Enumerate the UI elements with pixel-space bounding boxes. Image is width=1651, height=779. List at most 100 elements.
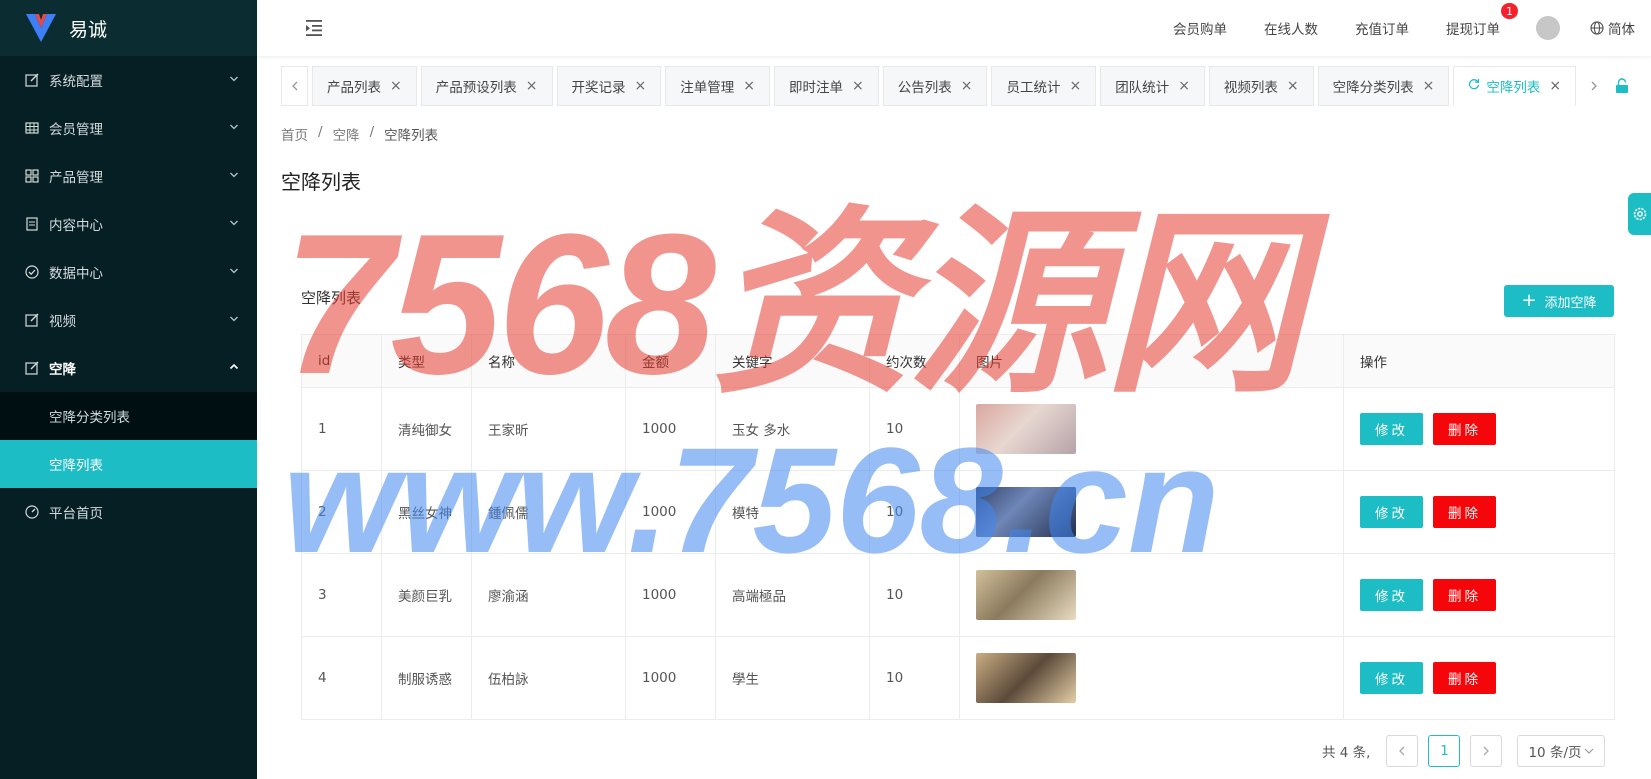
column-header-type[interactable]: 类型 — [381, 334, 472, 388]
cell-keywords: 學生 — [715, 636, 870, 720]
column-header-id[interactable]: id — [301, 334, 382, 388]
thumbnail-image[interactable] — [976, 404, 1076, 454]
chevron-right-icon — [1484, 746, 1490, 756]
edit-button[interactable]: 修改 — [1360, 662, 1423, 694]
pagination: 共 4 条, 1 10 条/页 — [1322, 735, 1606, 767]
sidebar: 易诚 系统配置 会员管理 产品管理内容中心数据中心视频空降 空降分类列表 空降列表 平台首… — [0, 0, 257, 779]
cell-actions: 修改 删除 — [1343, 553, 1615, 637]
tab-bar: 产品列表 × 产品预设列表 × 开奖记录 × 注单管理 × 即时注单 × 公告列表 × 员工统计 × 团队统… — [281, 66, 1636, 106]
tab-3[interactable]: 注单管理 × — [665, 66, 770, 106]
close-icon[interactable]: × — [1549, 78, 1561, 94]
column-header-amount[interactable]: 金额 — [625, 334, 716, 388]
thumbnail-image[interactable] — [976, 653, 1076, 703]
cell-image — [959, 387, 1344, 471]
tab-4[interactable]: 即时注单 × — [773, 66, 879, 106]
sidebar-item-3[interactable]: 内容中心 — [0, 200, 257, 248]
edit-button[interactable]: 修改 — [1360, 413, 1423, 445]
chevron-down-icon — [229, 121, 239, 136]
cell-amount: 1000 — [625, 470, 716, 554]
chevron-left-icon — [291, 81, 297, 91]
submenu-item-0[interactable]: 空降分类列表 — [0, 392, 257, 440]
dashboard-icon — [25, 505, 39, 519]
sidebar-item-4[interactable]: 数据中心 — [0, 248, 257, 296]
close-icon[interactable]: × — [743, 78, 755, 94]
close-icon[interactable]: × — [1178, 78, 1190, 94]
page-size-value: 10 条/页 — [1528, 745, 1582, 761]
delete-button[interactable]: 删除 — [1433, 662, 1496, 694]
close-icon[interactable]: × — [390, 78, 402, 94]
refresh-icon[interactable] — [1468, 78, 1480, 94]
add-airdrop-button[interactable]: + 添加空降 — [1504, 285, 1614, 317]
delete-button[interactable]: 删除 — [1433, 579, 1496, 611]
top-link-withdraw-label: 提现订单 — [1446, 22, 1500, 38]
tab-2[interactable]: 开奖记录 × — [556, 66, 662, 106]
thumbnail-image[interactable] — [976, 570, 1076, 620]
language-switch[interactable]: 简体 — [1590, 18, 1635, 38]
avatar[interactable] — [1536, 16, 1560, 40]
top-link-withdraw-orders[interactable]: 提现订单 1 — [1446, 2, 1519, 38]
page-number-button[interactable]: 1 — [1428, 735, 1461, 767]
submenu-item-1[interactable]: 空降列表 — [0, 440, 257, 488]
top-link-recharge-orders[interactable]: 充值订单 — [1355, 18, 1409, 38]
tab-0[interactable]: 产品列表 × — [312, 66, 417, 106]
breadcrumb-airdrop[interactable]: 空降 — [333, 124, 360, 144]
tab-7[interactable]: 团队统计 × — [1100, 66, 1205, 106]
tab-5[interactable]: 公告列表 × — [882, 66, 988, 106]
close-icon[interactable]: × — [635, 78, 647, 94]
tab-8[interactable]: 视频列表 × — [1208, 66, 1314, 106]
thumbnail-image[interactable] — [976, 487, 1076, 537]
plus-icon: + — [1521, 290, 1537, 311]
tab-label: 产品预设列表 — [435, 80, 517, 96]
close-icon[interactable]: × — [961, 78, 973, 94]
close-icon[interactable]: × — [1069, 78, 1081, 94]
sidebar-item-2[interactable]: 产品管理 — [0, 152, 257, 200]
chevron-down-icon — [1585, 748, 1594, 754]
tab-6[interactable]: 员工统计 × — [991, 66, 1097, 106]
sidebar-item-label: 视频 — [49, 314, 76, 330]
page-size-select[interactable]: 10 条/页 — [1517, 735, 1606, 767]
edit-button[interactable]: 修改 — [1360, 496, 1423, 528]
chevron-left-icon — [1399, 746, 1405, 756]
sidebar-item-1[interactable]: 会员管理 — [0, 104, 257, 152]
column-header-image[interactable]: 图片 — [959, 334, 1344, 388]
sidebar-item-5[interactable]: 视频 — [0, 296, 257, 344]
check-circle-icon — [25, 265, 39, 279]
top-link-member-orders[interactable]: 会员购单 — [1173, 18, 1227, 38]
top-link-online-users[interactable]: 在线人数 — [1264, 18, 1318, 38]
tab-scroll-right-button[interactable] — [1580, 66, 1608, 106]
settings-drawer-button[interactable] — [1628, 193, 1651, 235]
tab-10[interactable]: 空降列表 × — [1453, 66, 1577, 106]
edit-button[interactable]: 修改 — [1360, 579, 1423, 611]
cell-name: 廖渝涵 — [471, 553, 626, 637]
table-row: 2 黑丝女神 鍾佩儒 1000 模特 10 修改 删除 — [301, 470, 1615, 554]
sidebar-item-7[interactable]: 平台首页 — [0, 488, 257, 536]
tab-1[interactable]: 产品预设列表 × — [420, 66, 553, 106]
close-icon[interactable]: × — [1423, 78, 1435, 94]
close-icon[interactable]: × — [1287, 78, 1299, 94]
sidebar-item-0[interactable]: 系统配置 — [0, 56, 257, 104]
logo-v-icon — [26, 14, 56, 42]
cell-count: 10 — [869, 470, 960, 554]
close-icon[interactable]: × — [852, 78, 864, 94]
column-header-count[interactable]: 约次数 — [869, 334, 960, 388]
tab-scroll-left-button[interactable] — [281, 66, 309, 106]
close-icon[interactable]: × — [526, 78, 538, 94]
cell-type: 黑丝女神 — [381, 470, 472, 554]
prev-page-button[interactable] — [1386, 735, 1419, 767]
withdraw-badge: 1 — [1500, 2, 1519, 20]
column-header-name[interactable]: 名称 — [471, 334, 626, 388]
sidebar-item-label: 内容中心 — [49, 218, 103, 234]
next-page-button[interactable] — [1470, 735, 1503, 767]
lock-icon — [1615, 78, 1628, 93]
breadcrumb-home[interactable]: 首页 — [281, 124, 308, 144]
sidebar-item-6[interactable]: 空降 — [0, 344, 257, 392]
globe-icon — [1590, 21, 1604, 35]
column-header-keywords[interactable]: 关键字 — [715, 334, 870, 388]
tab-9[interactable]: 空降分类列表 × — [1317, 66, 1450, 106]
logo[interactable]: 易诚 — [0, 0, 257, 56]
delete-button[interactable]: 删除 — [1433, 496, 1496, 528]
tab-lock-button[interactable] — [1607, 66, 1636, 106]
delete-button[interactable]: 删除 — [1433, 413, 1496, 445]
menu-fold-icon[interactable] — [304, 19, 324, 37]
table-row: 3 美颜巨乳 廖渝涵 1000 高端極品 10 修改 删除 — [301, 553, 1615, 637]
